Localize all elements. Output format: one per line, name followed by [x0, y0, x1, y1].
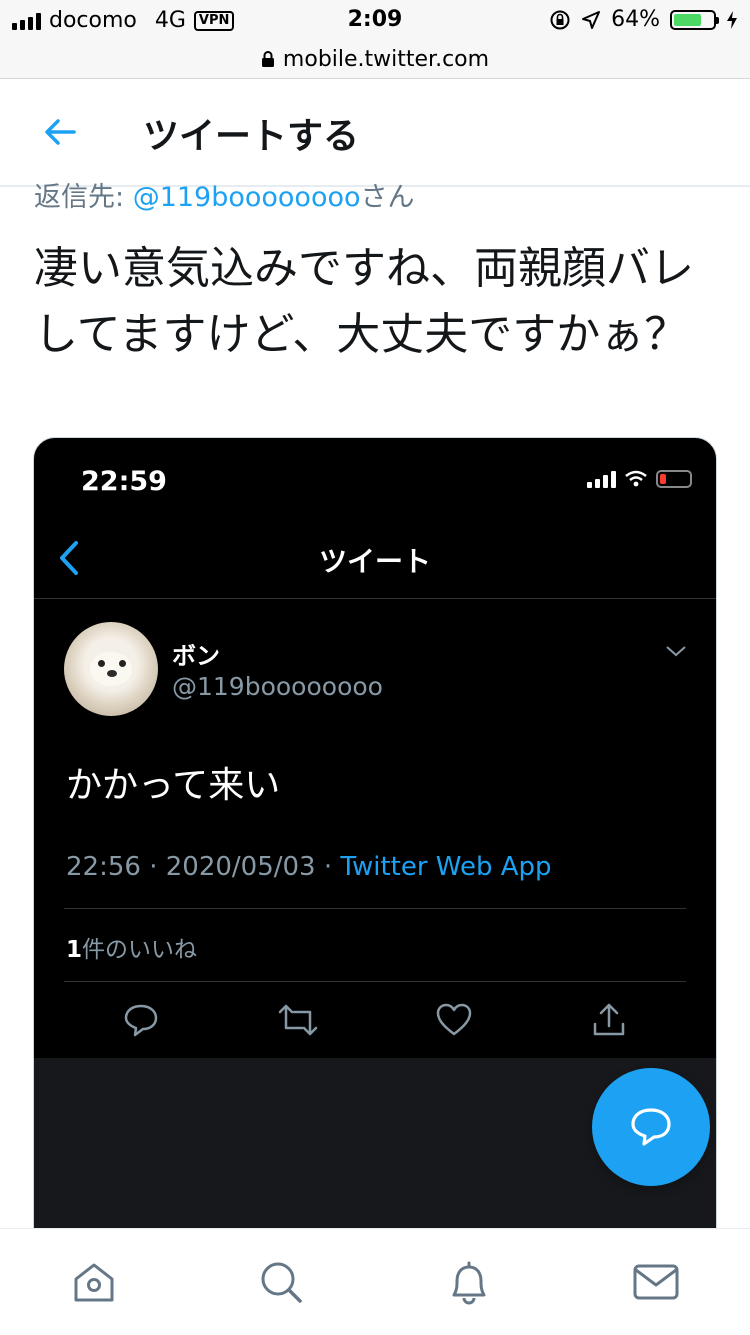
embedded-source: Twitter Web App — [340, 852, 552, 882]
reply-to-line: 返信先: @119booooooooさん — [34, 178, 415, 212]
reply-handle-link[interactable]: @119boooooooo — [133, 182, 361, 212]
tweet-text: 凄い意気込みですね、両親顔バレしてますけど、大丈夫ですかぁ？ — [34, 243, 694, 360]
lock-icon — [261, 51, 274, 67]
location-icon — [582, 10, 601, 29]
tab-home[interactable] — [64, 1252, 124, 1312]
tab-notifications[interactable] — [439, 1252, 499, 1312]
like-count-label: 件のいいね — [82, 937, 198, 963]
meta-separator: · — [323, 852, 333, 882]
embedded-divider — [64, 908, 686, 909]
search-icon — [261, 1262, 302, 1303]
status-right: 64% — [549, 7, 738, 32]
chevron-down-icon — [666, 646, 686, 657]
embedded-status-icons — [587, 470, 692, 488]
embedded-tweet-body: かかって来い — [66, 765, 281, 806]
charging-icon — [727, 10, 737, 29]
embedded-time: 22:56 — [66, 852, 141, 882]
page-title: ツイートする — [143, 116, 360, 157]
home-icon — [74, 1263, 114, 1302]
embedded-divider — [34, 598, 716, 599]
battery-icon — [670, 9, 719, 30]
page-header: ツイートする — [0, 79, 750, 187]
embedded-title: ツイート — [318, 545, 431, 578]
status-bar: docomo 4G VPN 2:09 64% — [0, 0, 750, 40]
like-count-number: 1 — [66, 937, 83, 963]
rotation-lock-icon — [550, 10, 570, 29]
embedded-signal-icon — [587, 470, 616, 488]
embedded-date: 2020/05/03 — [165, 852, 316, 882]
embedded-like-count: 1件のいいね — [66, 930, 197, 964]
embedded-avatar — [64, 622, 158, 716]
heart-icon — [437, 1003, 472, 1036]
arrow-left-icon[interactable] — [40, 112, 80, 152]
retweet-icon — [278, 1004, 317, 1036]
url-text: mobile.twitter.com — [282, 46, 490, 72]
meta-separator: · — [149, 852, 158, 882]
share-icon — [593, 1003, 624, 1036]
reply-icon — [125, 1004, 158, 1037]
embedded-user-handle: @119boooooooo — [172, 672, 383, 701]
compose-reply-button[interactable] — [592, 1068, 710, 1186]
bell-icon — [452, 1261, 486, 1305]
embedded-battery-icon — [656, 470, 692, 488]
embedded-action-bar — [64, 1000, 686, 1044]
embedded-status-time: 22:59 — [81, 466, 167, 497]
reply-prefix: 返信先: — [34, 182, 133, 212]
embedded-user-name: ボン — [172, 642, 220, 670]
battery-percent: 64% — [611, 7, 660, 32]
embedded-tweet-meta: 22:56 · 2020/05/03 · Twitter Web App — [66, 852, 552, 882]
tab-messages[interactable] — [626, 1252, 686, 1312]
bottom-tab-bar — [0, 1228, 750, 1335]
embedded-divider — [64, 981, 686, 982]
reply-bubble-icon — [631, 1108, 671, 1146]
embedded-wifi-icon — [625, 470, 647, 487]
reply-suffix: さん — [360, 182, 415, 212]
mail-icon — [633, 1264, 679, 1300]
tab-search[interactable] — [251, 1252, 311, 1312]
address-bar[interactable]: mobile.twitter.com — [0, 40, 750, 79]
